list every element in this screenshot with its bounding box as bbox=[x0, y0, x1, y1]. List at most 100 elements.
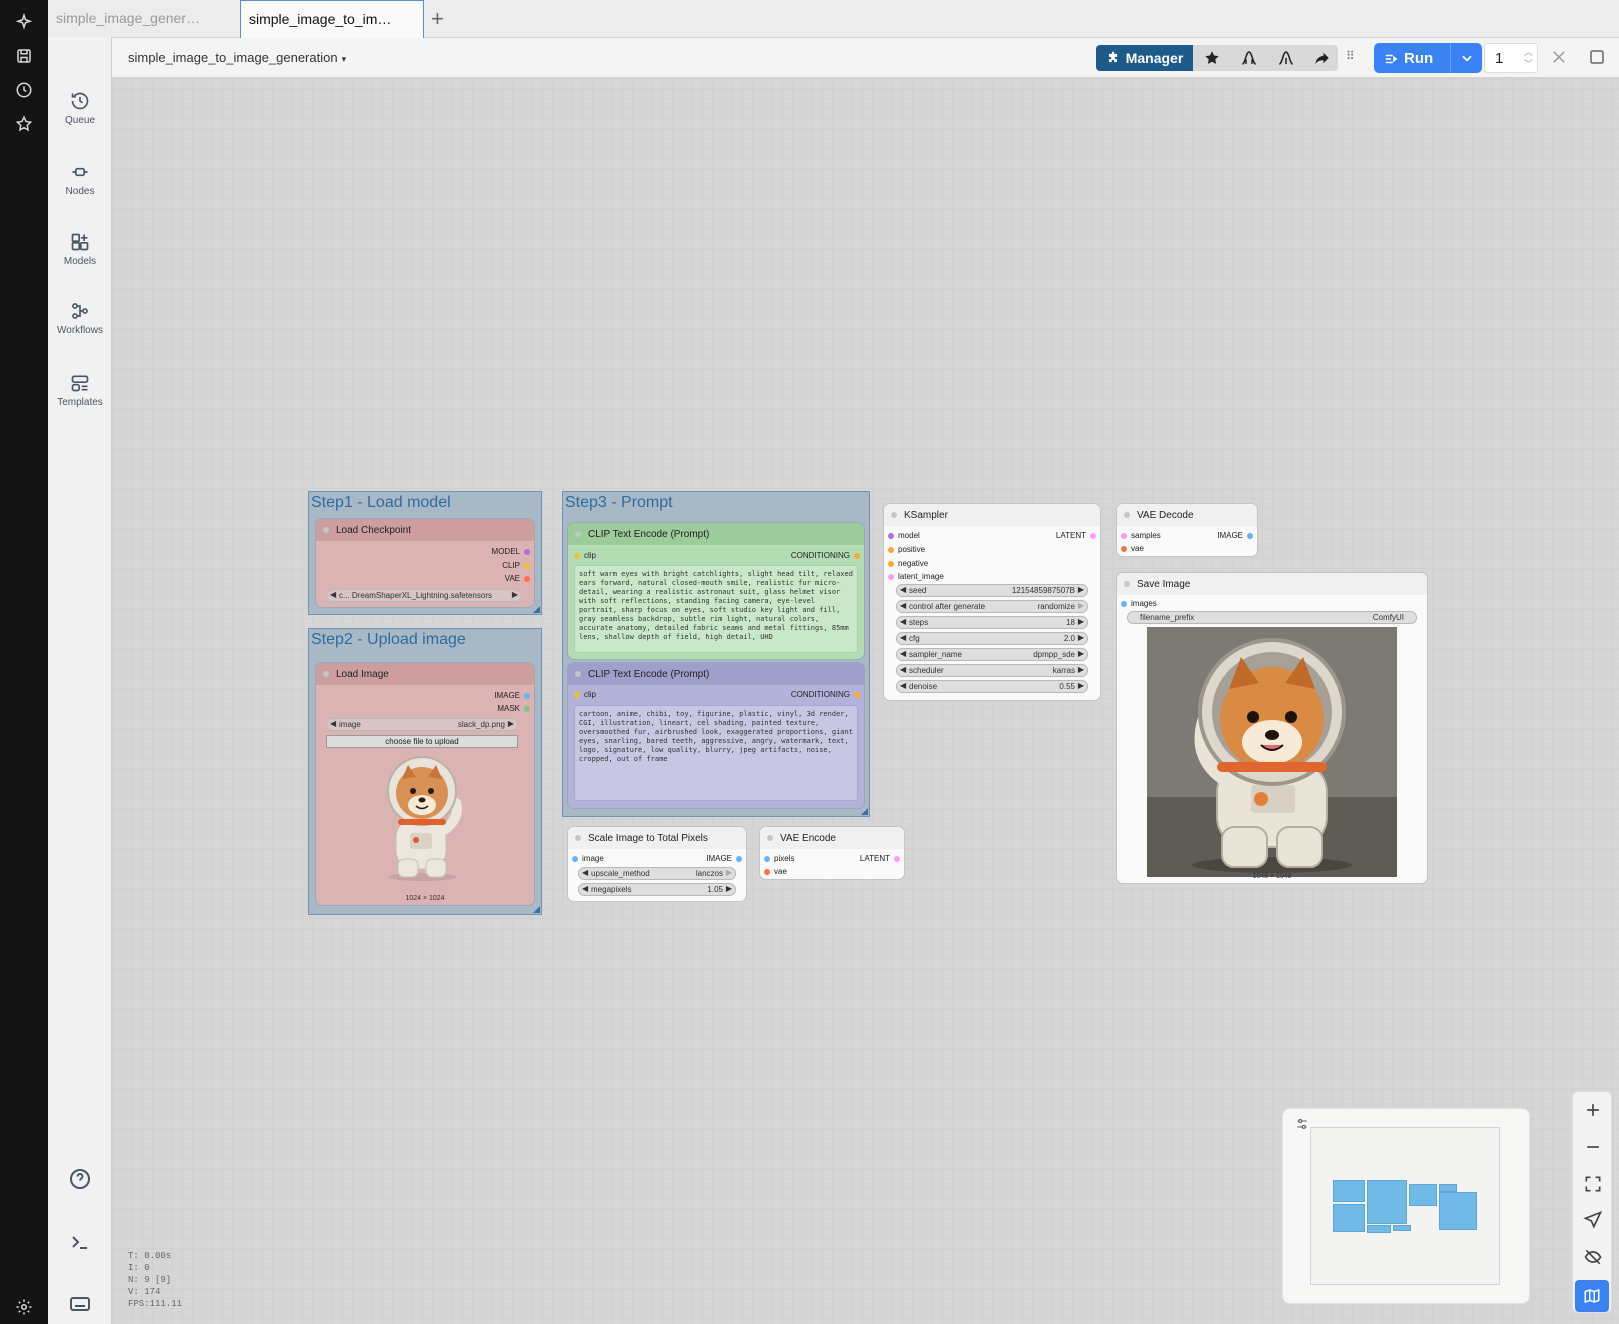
node-scale-image-to-total-pixels[interactable]: Scale Image to Total Pixels image IMAGE … bbox=[568, 827, 746, 901]
arrow-left-icon[interactable]: ◀ bbox=[900, 585, 906, 594]
arrow-left-icon[interactable]: ◀ bbox=[900, 665, 906, 674]
widget-ckpt-name[interactable]: ◀ c... DreamShaperXL_Lightning.safetenso… bbox=[326, 589, 522, 602]
input-slot-vae[interactable]: vae bbox=[1121, 544, 1144, 553]
resize-handle[interactable] bbox=[533, 906, 540, 913]
collapse-dot[interactable] bbox=[323, 671, 329, 677]
zoom-out-icon[interactable] bbox=[1583, 1137, 1603, 1157]
share-arrow-icon[interactable] bbox=[1313, 49, 1331, 67]
arrow-left-icon[interactable]: ◀ bbox=[330, 590, 336, 599]
widget-megapixels[interactable]: ◀ megapixels 1.05 ▶ bbox=[578, 883, 736, 896]
output-slot-conditioning[interactable]: CONDITIONING bbox=[791, 551, 860, 560]
arrow-right-icon[interactable]: ▶ bbox=[1078, 681, 1084, 690]
curve-alt-icon[interactable] bbox=[1277, 49, 1295, 67]
collapse-dot[interactable] bbox=[575, 531, 581, 537]
arrow-left-icon[interactable]: ◀ bbox=[900, 649, 906, 658]
sidebar-item-queue[interactable]: Queue bbox=[48, 91, 112, 126]
clock-icon[interactable] bbox=[12, 78, 36, 102]
widget-image-select[interactable]: ◀ image slack_dp.png ▶ bbox=[326, 718, 518, 731]
resize-handle[interactable] bbox=[861, 808, 868, 815]
select-mode-icon[interactable] bbox=[1583, 1210, 1603, 1230]
node-vae-encode[interactable]: VAE Encode pixels vae LATENT bbox=[760, 827, 904, 879]
widget-scheduler[interactable]: ◀ scheduler karras ▶ bbox=[896, 664, 1088, 677]
arrow-right-icon[interactable]: ▶ bbox=[1078, 601, 1084, 610]
node-save-image[interactable]: Save Image images filename_prefix ComfyUI… bbox=[1117, 573, 1427, 883]
node-load-image[interactable]: Load Image IMAGE MASK ◀ image slack_dp.p… bbox=[316, 663, 534, 905]
node-clip-text-encode-positive[interactable]: CLIP Text Encode (Prompt) clip CONDITION… bbox=[568, 523, 864, 659]
output-slot-image[interactable]: IMAGE bbox=[706, 854, 742, 863]
minimap-toggle-icon[interactable] bbox=[1575, 1280, 1609, 1312]
upload-button[interactable]: choose file to upload bbox=[326, 735, 518, 748]
collapse-dot[interactable] bbox=[1124, 581, 1130, 587]
output-slot-clip[interactable]: CLIP bbox=[502, 561, 530, 570]
arrow-left-icon[interactable]: ◀ bbox=[900, 633, 906, 642]
node-vae-decode[interactable]: VAE Decode samples vae IMAGE bbox=[1117, 504, 1257, 556]
settings-icon[interactable] bbox=[12, 1295, 36, 1319]
output-slot-mask[interactable]: MASK bbox=[497, 704, 530, 713]
curve-icon[interactable] bbox=[1240, 49, 1258, 67]
help-icon[interactable] bbox=[68, 1167, 92, 1191]
widget-filename-prefix[interactable]: filename_prefix ComfyUI bbox=[1127, 611, 1417, 624]
input-slot-latent-image[interactable]: latent_image bbox=[888, 572, 944, 581]
arrow-right-icon[interactable]: ▶ bbox=[1078, 617, 1084, 626]
widget-steps[interactable]: ◀ steps 18 ▶ bbox=[896, 616, 1088, 629]
star-icon[interactable] bbox=[1203, 49, 1221, 67]
input-slot-model[interactable]: model bbox=[888, 531, 920, 540]
widget-denoise[interactable]: ◀ denoise 0.55 ▶ bbox=[896, 680, 1088, 693]
sidebar-item-workflows[interactable]: Workflows bbox=[48, 301, 112, 336]
star-icon[interactable] bbox=[12, 112, 36, 136]
arrow-right-icon[interactable]: ▶ bbox=[508, 719, 514, 728]
widget-cfg[interactable]: ◀ cfg 2.0 ▶ bbox=[896, 632, 1088, 645]
resize-handle[interactable] bbox=[533, 606, 540, 613]
input-slot-images[interactable]: images bbox=[1121, 599, 1157, 608]
add-tab-icon[interactable]: + bbox=[431, 6, 444, 32]
widget-seed[interactable]: ◀ seed 1215485987507B ▶ bbox=[896, 584, 1088, 597]
arrow-right-icon[interactable]: ▶ bbox=[726, 868, 732, 877]
sliders-icon[interactable] bbox=[1295, 1117, 1309, 1131]
arrow-right-icon[interactable]: ▶ bbox=[1078, 633, 1084, 642]
collapse-dot[interactable] bbox=[767, 835, 773, 841]
keyboard-icon[interactable] bbox=[68, 1292, 92, 1316]
tab-workflow-2[interactable]: simple_image_to_im… bbox=[240, 0, 424, 38]
sparkle-icon[interactable] bbox=[12, 10, 36, 34]
collapse-dot[interactable] bbox=[575, 835, 581, 841]
input-slot-image[interactable]: image bbox=[572, 854, 604, 863]
sidebar-item-models[interactable]: Models bbox=[48, 232, 112, 267]
prompt-textarea-negative[interactable]: cartoon, anime, chibi, toy, figurine, pl… bbox=[574, 705, 858, 801]
arrow-right-icon[interactable]: ▶ bbox=[1078, 665, 1084, 674]
hide-links-icon[interactable] bbox=[1583, 1247, 1603, 1267]
zoom-in-icon[interactable] bbox=[1583, 1100, 1603, 1120]
input-slot-positive[interactable]: positive bbox=[888, 545, 925, 554]
tab-workflow-1[interactable]: simple_image_gener… bbox=[48, 0, 236, 38]
output-slot-model[interactable]: MODEL bbox=[492, 547, 530, 556]
output-slot-vae[interactable]: VAE bbox=[505, 574, 530, 583]
arrow-left-icon[interactable]: ◀ bbox=[900, 681, 906, 690]
arrow-right-icon[interactable]: ▶ bbox=[1078, 585, 1084, 594]
square-icon[interactable] bbox=[1588, 48, 1606, 66]
manager-button[interactable]: Manager bbox=[1096, 45, 1193, 71]
output-slot-latent[interactable]: LATENT bbox=[1056, 531, 1096, 540]
input-slot-negative[interactable]: negative bbox=[888, 559, 928, 568]
workflow-title-menu[interactable]: simple_image_to_image_generation ▾ bbox=[128, 50, 346, 65]
node-ksampler[interactable]: KSampler model positive negative latent_… bbox=[884, 504, 1100, 700]
output-slot-latent[interactable]: LATENT bbox=[860, 854, 900, 863]
arrow-left-icon[interactable]: ◀ bbox=[900, 617, 906, 626]
drag-handle-icon[interactable]: ⠿ bbox=[1346, 49, 1355, 63]
arrow-right-icon[interactable]: ▶ bbox=[512, 590, 518, 599]
run-options-chevron-icon[interactable] bbox=[1450, 43, 1482, 73]
collapse-dot[interactable] bbox=[575, 671, 581, 677]
batch-count-input[interactable]: 1 ︿ ﹀ bbox=[1484, 43, 1538, 73]
prompt-textarea-positive[interactable]: soft warm eyes with bright catchlights, … bbox=[574, 565, 858, 653]
node-clip-text-encode-negative[interactable]: CLIP Text Encode (Prompt) clip CONDITION… bbox=[568, 663, 864, 808]
sidebar-item-templates[interactable]: Templates bbox=[48, 373, 112, 408]
minimap[interactable] bbox=[1282, 1108, 1530, 1304]
arrow-right-icon[interactable]: ▶ bbox=[1078, 649, 1084, 658]
run-button[interactable]: Run bbox=[1374, 43, 1482, 73]
arrow-left-icon[interactable]: ◀ bbox=[900, 601, 906, 610]
arrow-left-icon[interactable]: ◀ bbox=[582, 868, 588, 877]
fit-view-icon[interactable] bbox=[1583, 1174, 1603, 1194]
terminal-icon[interactable] bbox=[68, 1230, 92, 1254]
input-slot-vae[interactable]: vae bbox=[764, 867, 787, 876]
input-slot-samples[interactable]: samples bbox=[1121, 531, 1161, 540]
input-slot-pixels[interactable]: pixels bbox=[764, 854, 794, 863]
stepper-icon[interactable]: ︿ ﹀ bbox=[1524, 46, 1533, 70]
